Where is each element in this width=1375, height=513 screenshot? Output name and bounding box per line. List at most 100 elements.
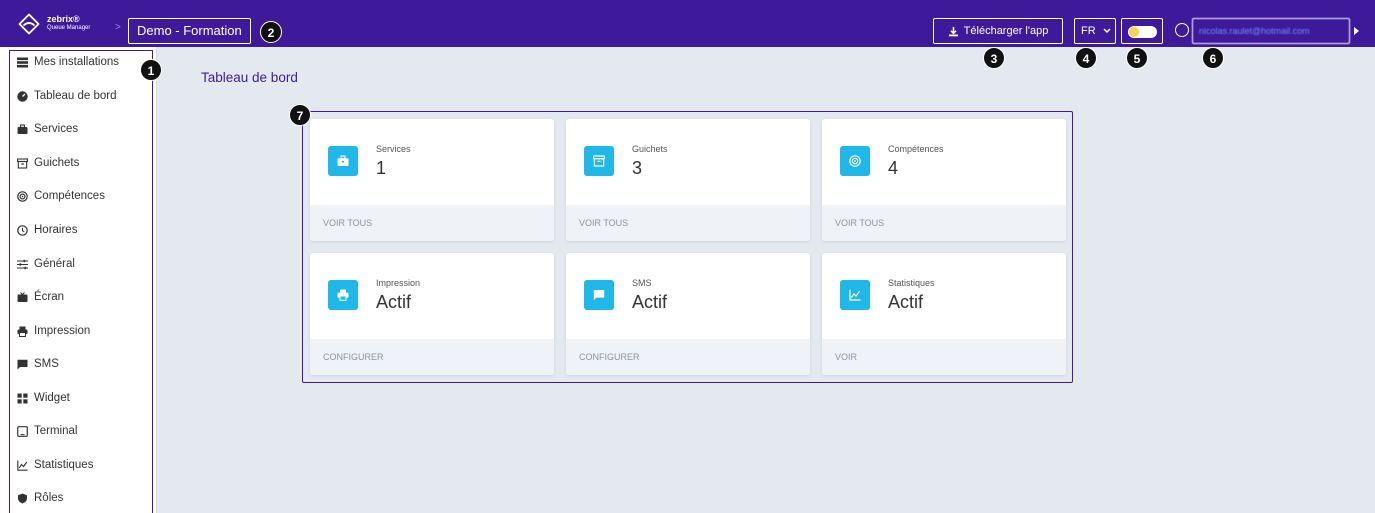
card-title: Compétences (888, 144, 944, 154)
sidebar-item-label: SMS (34, 358, 59, 370)
card-footer-link[interactable]: VOIR TOUS (822, 205, 1066, 241)
sun-icon (1129, 27, 1139, 37)
sidebar-item-horaires[interactable]: Horaires (17, 220, 77, 240)
card-value: 3 (632, 158, 643, 178)
target-icon (17, 190, 28, 202)
sidebar-item-guichets[interactable]: Guichets (17, 153, 79, 173)
card-action-label: CONFIGURER (579, 352, 640, 362)
widget-icon (17, 393, 28, 404)
card-statistiques: Statistiques Actif VOIR (822, 253, 1066, 375)
briefcase-icon (328, 146, 358, 176)
language-select[interactable]: FR (1074, 18, 1116, 44)
sidebar-item-competences[interactable]: Compétences (17, 186, 105, 206)
sidebar-item-sms[interactable]: SMS (17, 354, 59, 374)
clock-icon (17, 224, 28, 236)
user-email-menu[interactable]: nicolas.raulet@hotmail.com (1192, 18, 1350, 44)
sidebar-item-label: Statistiques (34, 459, 94, 471)
sidebar-item-general[interactable]: Général (17, 254, 75, 274)
annotation-badge-1: 1 (140, 59, 162, 81)
card-value: Actif (376, 292, 412, 312)
card-action-label: VOIR TOUS (323, 218, 373, 228)
sidebar-item-terminal[interactable]: Terminal (17, 421, 77, 441)
sidebar-item-label: Impression (34, 325, 91, 337)
message-icon (17, 359, 28, 370)
annotation-badge-6: 6 (1202, 47, 1224, 69)
sidebar-item-mes-installations[interactable]: Mes installations (17, 52, 119, 72)
sidebar-item-label: Terminal (34, 425, 78, 437)
card-guichets: Guichets 3 VOIR TOUS (566, 119, 810, 241)
card-action-label: CONFIGURER (323, 352, 384, 362)
sidebar-item-label: Services (34, 123, 79, 135)
sidebar-item-label: Général (34, 258, 75, 270)
download-icon (948, 26, 958, 36)
tv-icon (17, 291, 28, 303)
card-value: Actif (888, 292, 924, 312)
card-footer-link[interactable]: CONFIGURER (310, 339, 554, 375)
archive-icon (584, 146, 614, 176)
sidebar-item-label: Tableau de bord (34, 90, 117, 102)
sidebar-item-widget[interactable]: Widget (17, 388, 70, 408)
brand-name: zebrix® (47, 14, 80, 24)
page-title: Tableau de bord (201, 70, 298, 85)
sidebar-item-label: Rôles (34, 492, 64, 504)
sidebar-item-impression[interactable]: Impression (17, 321, 90, 341)
sidebar-item-label: Guichets (34, 157, 80, 169)
annotation-badge-2: 2 (260, 21, 282, 43)
card-title: SMS (632, 278, 652, 288)
theme-toggle[interactable] (1121, 18, 1163, 44)
chevron-down-icon (1103, 28, 1111, 34)
briefcase-icon (17, 123, 28, 135)
card-action-label: VOIR (835, 352, 858, 362)
tablet-icon (17, 425, 28, 437)
card-value: Actif (632, 292, 668, 312)
toggle-track (1128, 26, 1157, 38)
sidebar-item-label: Compétences (34, 190, 105, 202)
sidebar-item-label: Mes installations (34, 56, 120, 68)
breadcrumb-separator: > (115, 22, 121, 33)
card-action-label: VOIR TOUS (835, 218, 885, 228)
user-icon (1175, 23, 1189, 37)
caret-right-icon[interactable] (1354, 27, 1359, 35)
card-title: Guichets (632, 144, 668, 154)
shield-icon (17, 493, 28, 504)
archive-icon (17, 157, 28, 169)
project-selector[interactable]: Demo - Formation (128, 18, 251, 44)
card-value: 4 (888, 158, 899, 178)
sidebar: Mes installations Tableau de bord Servic… (0, 47, 157, 513)
brand[interactable]: zebrix® Queue Manager (47, 14, 91, 32)
card-footer-link[interactable]: VOIR TOUS (566, 205, 810, 241)
sidebar-item-ecran[interactable]: Écran (17, 287, 64, 307)
card-footer-link[interactable]: VOIR (822, 339, 1066, 375)
card-action-label: VOIR TOUS (579, 218, 629, 228)
download-app-button[interactable]: Télécharger l'app (933, 18, 1063, 44)
dashboard-icon (17, 90, 28, 102)
sliders-icon (17, 259, 28, 270)
card-title: Impression (376, 278, 421, 288)
card-impression: Impression Actif CONFIGURER (310, 253, 554, 375)
card-sms: SMS Actif CONFIGURER (566, 253, 810, 375)
top-bar: zebrix® Queue Manager > Demo - Formation… (0, 0, 1375, 47)
zebrix-logo-icon[interactable] (18, 13, 40, 35)
card-services: Services 1 VOIR TOUS (310, 119, 554, 241)
sidebar-item-label: Widget (34, 392, 70, 404)
card-value: 1 (376, 158, 387, 178)
sidebar-item-label: Écran (34, 291, 65, 303)
card-title: Statistiques (888, 278, 935, 288)
annotation-badge-5: 5 (1126, 47, 1148, 69)
card-competences: Compétences 4 VOIR TOUS (822, 119, 1066, 241)
sidebar-item-tableau-de-bord[interactable]: Tableau de bord (17, 86, 116, 106)
server-icon (17, 57, 28, 68)
target-icon (840, 146, 870, 176)
brand-subtitle: Queue Manager (47, 25, 91, 31)
annotation-badge-4: 4 (1075, 47, 1097, 69)
annotation-badge-3: 3 (983, 47, 1005, 69)
chart-icon (17, 460, 28, 471)
sidebar-item-roles[interactable]: Rôles (17, 488, 63, 508)
sidebar-item-services[interactable]: Services (17, 119, 78, 139)
card-footer-link[interactable]: CONFIGURER (566, 339, 810, 375)
printer-icon (17, 326, 28, 337)
sidebar-item-statistiques[interactable]: Statistiques (17, 455, 93, 475)
card-footer-link[interactable]: VOIR TOUS (310, 205, 554, 241)
language-value: FR (1081, 25, 1096, 37)
chart-icon (840, 280, 870, 310)
